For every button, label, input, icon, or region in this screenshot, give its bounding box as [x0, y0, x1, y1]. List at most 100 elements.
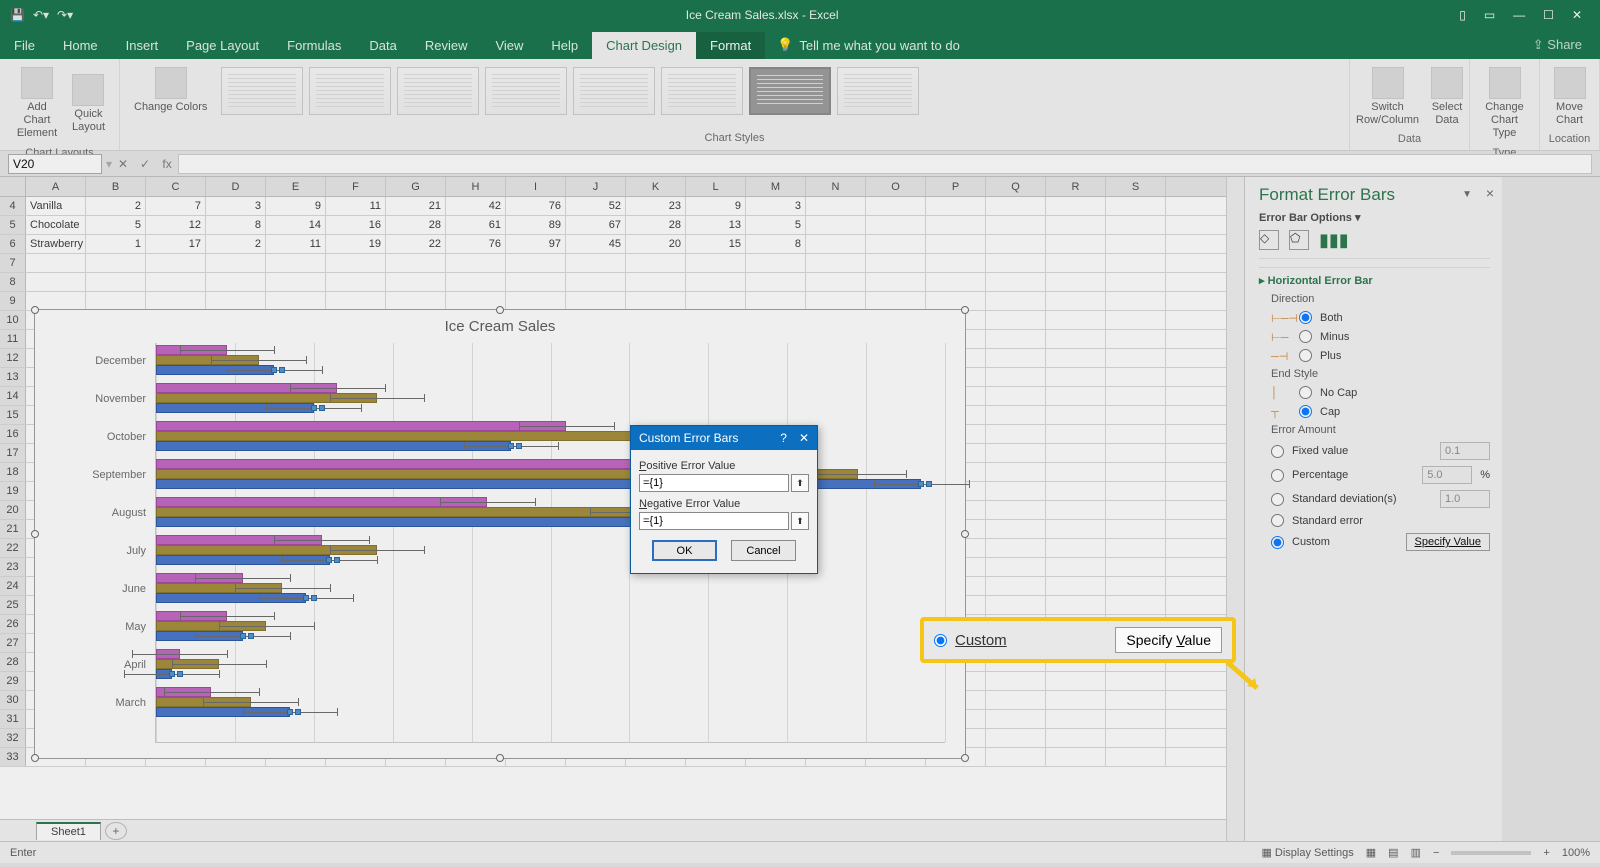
error-bar[interactable]	[219, 626, 314, 627]
error-bar[interactable]	[203, 702, 298, 703]
cell[interactable]	[1106, 444, 1166, 462]
cell[interactable]	[326, 273, 386, 291]
cell[interactable]	[986, 596, 1046, 614]
row-header[interactable]: 22	[0, 539, 26, 557]
error-bar[interactable]	[290, 388, 385, 389]
chart-bar[interactable]	[156, 441, 511, 451]
cell[interactable]: 2	[86, 197, 146, 215]
col-header[interactable]: E	[266, 177, 326, 196]
select-data-button[interactable]: Select Data	[1425, 63, 1469, 131]
error-bar[interactable]	[180, 350, 275, 351]
cell[interactable]	[326, 254, 386, 272]
cell[interactable]	[986, 254, 1046, 272]
error-bar[interactable]	[132, 654, 227, 655]
row-header[interactable]: 24	[0, 577, 26, 595]
col-header[interactable]: H	[446, 177, 506, 196]
cell[interactable]	[986, 482, 1046, 500]
tab-view[interactable]: View	[481, 32, 537, 59]
cell[interactable]	[206, 292, 266, 310]
row-header[interactable]: 6	[0, 235, 26, 253]
worksheet-grid[interactable]: 4Vanilla2739112142765223935Chocolate5128…	[0, 197, 1226, 819]
row-header[interactable]: 29	[0, 672, 26, 690]
cell[interactable]	[146, 292, 206, 310]
cell[interactable]	[1106, 558, 1166, 576]
tab-home[interactable]: Home	[49, 32, 112, 59]
cell[interactable]: 97	[506, 235, 566, 253]
cell[interactable]: 8	[206, 216, 266, 234]
zoom-slider[interactable]	[1451, 851, 1531, 855]
cell[interactable]	[1046, 330, 1106, 348]
cell[interactable]	[1106, 710, 1166, 728]
cell[interactable]: 76	[446, 235, 506, 253]
switch-rowcol-button[interactable]: Switch Row/Column	[1350, 63, 1425, 131]
cell[interactable]	[1106, 368, 1166, 386]
cell[interactable]	[626, 254, 686, 272]
error-bar[interactable]	[180, 616, 275, 617]
cell[interactable]	[1046, 292, 1106, 310]
cell[interactable]	[986, 520, 1046, 538]
cell[interactable]	[1106, 349, 1166, 367]
cell[interactable]: 19	[326, 235, 386, 253]
tab-formulas[interactable]: Formulas	[273, 32, 355, 59]
cell[interactable]	[1046, 387, 1106, 405]
cell[interactable]	[1046, 425, 1106, 443]
error-bar[interactable]	[172, 664, 267, 665]
cell[interactable]	[26, 273, 86, 291]
cell[interactable]	[86, 292, 146, 310]
cell[interactable]	[506, 292, 566, 310]
cell[interactable]	[326, 292, 386, 310]
opt-stderr[interactable]: Standard error	[1271, 514, 1490, 527]
cell[interactable]: Chocolate	[26, 216, 86, 234]
row-header[interactable]: 21	[0, 520, 26, 538]
move-chart-button[interactable]: Move Chart	[1548, 63, 1592, 131]
fill-line-icon[interactable]: ◇	[1259, 230, 1279, 250]
cell[interactable]	[926, 216, 986, 234]
cell[interactable]	[86, 254, 146, 272]
tab-review[interactable]: Review	[411, 32, 482, 59]
row-header[interactable]: 14	[0, 387, 26, 405]
cell[interactable]	[1046, 558, 1106, 576]
col-header[interactable]: N	[806, 177, 866, 196]
opt-fixed[interactable]: Fixed value	[1271, 442, 1490, 460]
cell[interactable]: 22	[386, 235, 446, 253]
section-horizontal-error-bar[interactable]: ▸ Horizontal Error Bar	[1259, 274, 1490, 287]
opt-plus[interactable]: ─⊣Plus	[1271, 349, 1490, 362]
cell[interactable]	[1046, 691, 1106, 709]
cell[interactable]	[986, 406, 1046, 424]
tab-page-layout[interactable]: Page Layout	[172, 32, 273, 59]
col-header[interactable]: C	[146, 177, 206, 196]
opt-minus[interactable]: ⊢─Minus	[1271, 330, 1490, 343]
cell[interactable]	[986, 197, 1046, 215]
cell[interactable]	[386, 292, 446, 310]
cell[interactable]: 14	[266, 216, 326, 234]
cell[interactable]	[1046, 482, 1106, 500]
cell[interactable]	[926, 273, 986, 291]
col-header[interactable]: R	[1046, 177, 1106, 196]
undo-icon[interactable]: ↶▾	[33, 8, 49, 22]
opt-cap[interactable]: ┬Cap	[1271, 405, 1490, 418]
row-header[interactable]: 13	[0, 368, 26, 386]
chart-title[interactable]: Ice Cream Sales	[35, 310, 965, 343]
cell[interactable]	[146, 273, 206, 291]
cancel-button[interactable]: Cancel	[731, 540, 796, 561]
dialog-help-icon[interactable]: ?	[780, 431, 787, 445]
tellme-box[interactable]: 💡 Tell me what you want to do	[765, 31, 972, 59]
cell[interactable]	[986, 349, 1046, 367]
cell[interactable]	[1046, 672, 1106, 690]
view-normal-icon[interactable]: ▦	[1366, 846, 1376, 859]
ribbon-display-icon[interactable]: ▭	[1484, 8, 1495, 22]
cell[interactable]	[806, 216, 866, 234]
account-icon[interactable]: ▯	[1459, 8, 1466, 22]
style-thumb[interactable]	[397, 67, 479, 115]
cell[interactable]	[1046, 539, 1106, 557]
cell[interactable]: 20	[626, 235, 686, 253]
cell[interactable]	[1106, 748, 1166, 766]
cell[interactable]	[146, 254, 206, 272]
cell[interactable]	[986, 311, 1046, 329]
ok-button[interactable]: OK	[652, 540, 717, 561]
col-header[interactable]: S	[1106, 177, 1166, 196]
col-header[interactable]: L	[686, 177, 746, 196]
error-bar[interactable]	[519, 426, 614, 427]
bar-options-icon[interactable]: ▮▮▮	[1319, 230, 1339, 250]
change-colors-button[interactable]: Change Colors	[128, 63, 213, 118]
